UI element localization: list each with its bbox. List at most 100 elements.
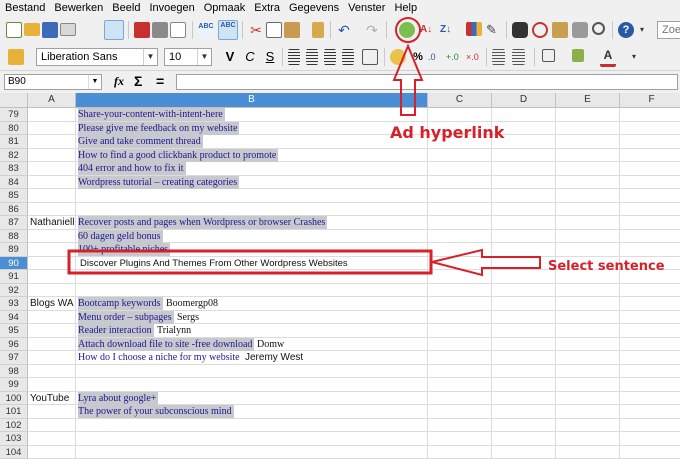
grid-cell[interactable]	[556, 216, 620, 230]
grid-cell[interactable]	[492, 270, 556, 284]
grid-cell[interactable]	[556, 175, 620, 189]
grid-cell[interactable]	[492, 418, 556, 432]
grid-cell[interactable]	[492, 256, 556, 270]
gallery-icon[interactable]	[552, 22, 568, 38]
row-header[interactable]: 97	[0, 351, 28, 365]
chevron-down-icon[interactable]: ▼	[88, 75, 101, 89]
grid-cell[interactable]	[28, 148, 76, 162]
chevron-down-icon[interactable]: ▼	[197, 49, 211, 65]
justify-icon[interactable]	[342, 49, 354, 65]
grid-cell[interactable]	[76, 432, 428, 446]
grid-cell[interactable]	[28, 189, 76, 203]
row-header[interactable]: 81	[0, 135, 28, 149]
email-icon[interactable]	[60, 23, 76, 36]
grid-cell[interactable]	[28, 175, 76, 189]
grid-cell[interactable]	[28, 121, 76, 135]
grid-cell[interactable]	[620, 378, 680, 392]
grid-cell[interactable]	[492, 310, 556, 324]
grid-cell[interactable]	[428, 445, 492, 459]
row-header[interactable]: 104	[0, 445, 28, 459]
grid-cell[interactable]	[428, 418, 492, 432]
grid-cell[interactable]	[28, 270, 76, 284]
new-document-icon[interactable]	[6, 22, 22, 38]
grid-cell[interactable]	[76, 202, 428, 216]
grid-cell[interactable]	[556, 297, 620, 311]
navigator-icon[interactable]	[532, 22, 548, 38]
borders-icon[interactable]	[542, 49, 555, 62]
styles-icon[interactable]	[8, 49, 24, 65]
find-icon[interactable]	[512, 22, 528, 38]
align-right-icon[interactable]	[324, 49, 336, 65]
add-decimal-icon[interactable]: +.0	[446, 49, 462, 65]
grid-cell[interactable]	[492, 243, 556, 257]
grid-cell[interactable]	[620, 149, 680, 162]
grid-cell[interactable]	[620, 392, 680, 405]
spellcheck-icon[interactable]: ABC	[198, 22, 214, 38]
grid-cell[interactable]	[556, 405, 620, 419]
grid-cell[interactable]	[428, 216, 492, 230]
grid-cell[interactable]	[556, 229, 620, 243]
undo-icon[interactable]: ↶	[336, 22, 352, 38]
grid-cell[interactable]	[492, 283, 556, 297]
grid-cell[interactable]	[28, 324, 76, 338]
grid-cell[interactable]	[556, 364, 620, 378]
grid-cell[interactable]	[428, 432, 492, 446]
row-header[interactable]: 99	[0, 378, 28, 392]
data-sources-icon[interactable]	[572, 22, 588, 38]
grid-cell[interactable]	[620, 405, 680, 419]
grid-cell[interactable]	[620, 176, 680, 189]
draw-functions-icon[interactable]: ✎	[486, 22, 502, 38]
name-box[interactable]: B90 ▼	[4, 74, 102, 90]
grid-cell[interactable]	[620, 446, 680, 459]
column-header-c[interactable]: C	[428, 93, 492, 108]
grid-cell[interactable]	[28, 108, 76, 122]
grid-cell[interactable]	[556, 202, 620, 216]
toolbar-overflow-icon[interactable]: ▾	[632, 49, 642, 65]
row-header[interactable]: 98	[0, 364, 28, 378]
function-wizard-button[interactable]: fx	[114, 74, 124, 89]
row-header[interactable]: 92	[0, 283, 28, 297]
grid-cell[interactable]	[28, 256, 76, 270]
grid-cell[interactable]	[28, 162, 76, 176]
sort-ascending-icon[interactable]: A↓	[420, 22, 436, 38]
grid-cell[interactable]	[428, 202, 492, 216]
grid-cell[interactable]	[620, 338, 680, 351]
grid-cell[interactable]	[620, 230, 680, 243]
sum-button[interactable]: Σ	[134, 73, 142, 89]
row-header[interactable]: 100	[0, 391, 28, 405]
grid-cell[interactable]	[76, 270, 428, 284]
grid-cell[interactable]	[556, 135, 620, 149]
grid-cell[interactable]	[428, 391, 492, 405]
bold-button[interactable]: V	[222, 49, 238, 65]
grid-cell[interactable]	[556, 162, 620, 176]
grid-cell[interactable]	[492, 364, 556, 378]
grid-cell[interactable]	[492, 297, 556, 311]
grid-cell[interactable]	[492, 216, 556, 230]
row-header[interactable]: 86	[0, 202, 28, 216]
grid-cell[interactable]	[492, 229, 556, 243]
grid-cell[interactable]	[620, 162, 680, 176]
grid-cell[interactable]	[556, 391, 620, 405]
grid-cell[interactable]	[428, 270, 492, 284]
increase-indent-icon[interactable]	[512, 49, 525, 65]
row-header[interactable]: 88	[0, 229, 28, 243]
grid-cell[interactable]	[492, 148, 556, 162]
font-size-dropdown[interactable]: 10 ▼	[164, 48, 212, 66]
grid-cell[interactable]	[620, 365, 680, 378]
grid-cell[interactable]	[492, 175, 556, 189]
row-header[interactable]: 94	[0, 310, 28, 324]
grid-cell[interactable]	[28, 310, 76, 324]
grid-cell[interactable]	[28, 418, 76, 432]
grid-cell[interactable]	[428, 162, 492, 176]
row-header[interactable]: 82	[0, 148, 28, 162]
grid-cell[interactable]	[620, 135, 680, 149]
formula-input[interactable]	[176, 74, 678, 90]
row-header[interactable]: 89	[0, 243, 28, 257]
grid-cell[interactable]	[428, 364, 492, 378]
menu-venster[interactable]: Venster	[343, 2, 389, 14]
grid-cell[interactable]	[28, 135, 76, 149]
grid-cell[interactable]	[556, 432, 620, 446]
grid-cell[interactable]	[428, 351, 492, 365]
chevron-down-icon[interactable]: ▼	[143, 49, 157, 65]
paste-icon[interactable]	[284, 22, 300, 38]
